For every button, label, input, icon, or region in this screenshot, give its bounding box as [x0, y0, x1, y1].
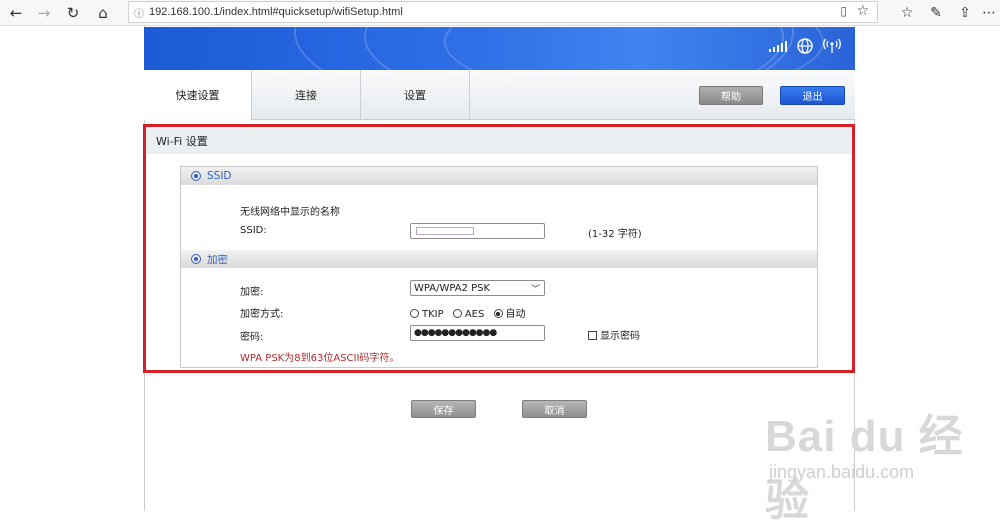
cancel-button[interactable]: 取消: [522, 400, 587, 418]
baidu-watermark: Bai du 经验 jingyan.baidu.com: [765, 400, 990, 525]
browser-toolbar: ← → ↻ ⌂ ⓘ 192.168.100.1/index.html#quick…: [0, 0, 1000, 26]
tab-quick-setup[interactable]: 快速设置: [144, 70, 251, 120]
share-icon[interactable]: ⇪: [954, 3, 976, 23]
help-button[interactable]: 帮助: [699, 86, 763, 105]
radio-selected-icon: [493, 309, 503, 318]
encryption-group-header: 加密: [181, 250, 817, 268]
logout-button[interactable]: 退出: [780, 86, 845, 105]
ssid-hint: (1-32 字符): [588, 229, 642, 240]
wifi-broadcast-icon: [823, 38, 841, 58]
ssid-group-header: SSID: [181, 167, 817, 185]
watermark-url: jingyan.baidu.com: [769, 462, 915, 482]
password-label: 密码:: [240, 332, 264, 343]
tab-connection[interactable]: 连接: [252, 70, 360, 120]
ssid-description: 无线网络中显示的名称: [240, 207, 340, 218]
radio-icon: [452, 309, 462, 318]
radio-icon: [410, 309, 419, 318]
password-warning: WPA PSK为8到63位ASCII码字符。: [240, 353, 400, 364]
favorites-icon[interactable]: ☆: [896, 3, 918, 23]
more-icon[interactable]: ⋯: [978, 3, 1000, 23]
radio-aes[interactable]: AES: [452, 309, 484, 320]
home-icon[interactable]: ⌂: [92, 3, 114, 23]
pen-icon[interactable]: ✎: [925, 3, 947, 23]
password-input[interactable]: ●●●●●●●●●●●●: [410, 325, 545, 341]
ssid-input[interactable]: [410, 223, 545, 239]
ssid-selection: [416, 227, 474, 235]
address-bar[interactable]: ⓘ 192.168.100.1/index.html#quicksetup/wi…: [128, 1, 878, 23]
signal-strength-icon: [769, 40, 787, 56]
url-text: 192.168.100.1/index.html#quicksetup/wifi…: [149, 6, 403, 18]
reading-view-icon[interactable]: ▯: [840, 4, 847, 18]
header-banner: [144, 27, 855, 70]
tab-settings[interactable]: 设置: [361, 70, 469, 120]
chevron-down-icon: ﹀: [530, 285, 540, 295]
save-button[interactable]: 保存: [411, 400, 476, 418]
refresh-icon[interactable]: ↻: [62, 3, 84, 23]
info-icon: ⓘ: [134, 8, 144, 20]
radio-auto[interactable]: 自动: [493, 309, 526, 320]
checkbox-icon: [588, 331, 597, 340]
ssid-label: SSID:: [240, 225, 267, 236]
radio-tkip[interactable]: TKIP: [410, 309, 444, 320]
globe-icon: [797, 38, 813, 58]
back-icon[interactable]: ←: [5, 3, 27, 23]
forward-icon[interactable]: →: [33, 3, 55, 23]
encryption-select[interactable]: WPA/WPA2 PSK ﹀: [410, 280, 545, 296]
encryption-label: 加密:: [240, 287, 264, 298]
bullet-icon: [191, 171, 201, 181]
encryption-method-label: 加密方式:: [240, 309, 284, 320]
encryption-method-options: TKIP AES 自动: [410, 305, 526, 320]
favorite-star-icon[interactable]: ☆: [856, 3, 869, 19]
bullet-icon: [191, 254, 201, 264]
show-password-checkbox[interactable]: 显示密码: [588, 327, 640, 342]
